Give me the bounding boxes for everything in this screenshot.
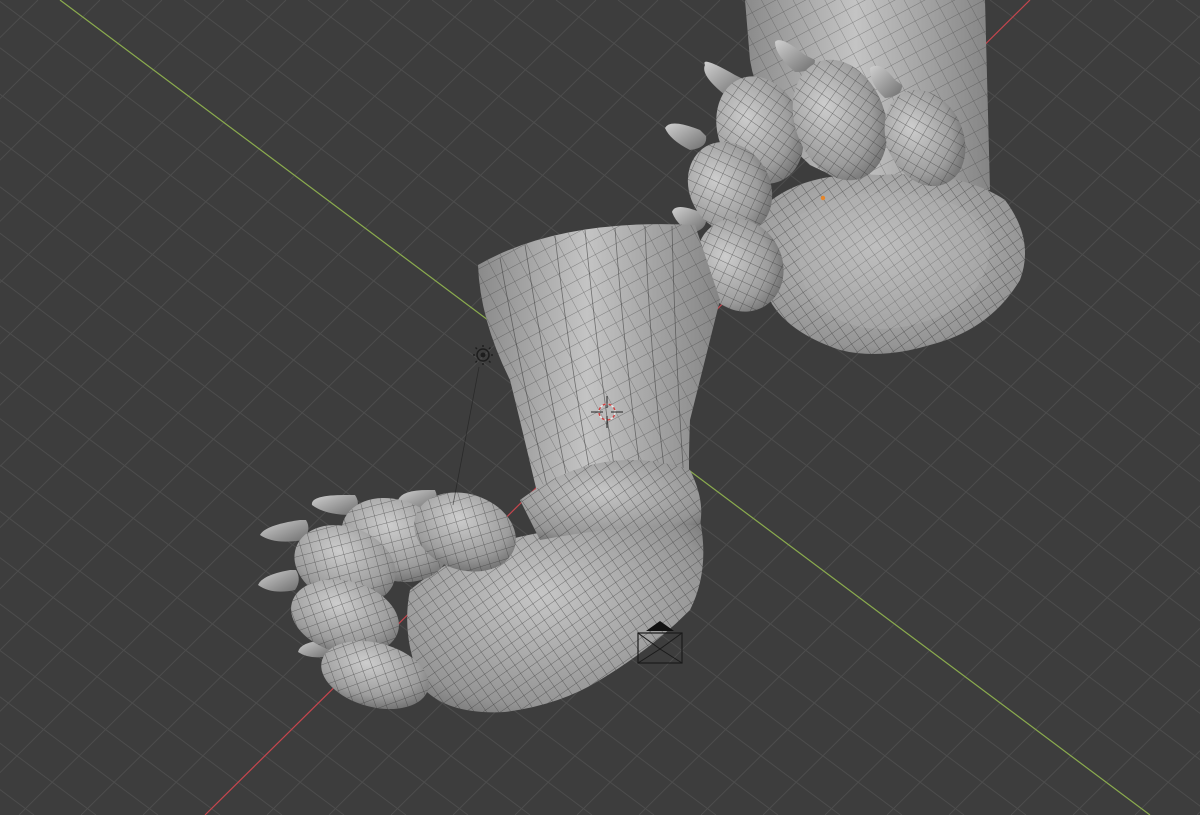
grid-line	[1051, 0, 1200, 112]
viewport-canvas[interactable]	[0, 0, 1200, 815]
grid-line	[0, 0, 101, 100]
grid-line	[0, 649, 221, 815]
grid-line	[0, 788, 35, 815]
grid-line	[0, 696, 159, 815]
grid-line	[0, 742, 97, 815]
grid-line	[1134, 750, 1200, 815]
grid-line	[0, 603, 283, 815]
grid-line	[1113, 0, 1200, 65]
grid-line	[989, 0, 1200, 158]
object-origin[interactable]	[820, 195, 826, 201]
3d-viewport[interactable]	[0, 0, 1200, 815]
upper-claw-4	[665, 123, 707, 150]
light-icon[interactable]	[452, 345, 493, 506]
lower-paw-mesh[interactable]	[258, 224, 720, 720]
grid-line	[0, 0, 225, 222]
lower-claw-3	[260, 520, 309, 542]
grid-line	[0, 557, 345, 815]
